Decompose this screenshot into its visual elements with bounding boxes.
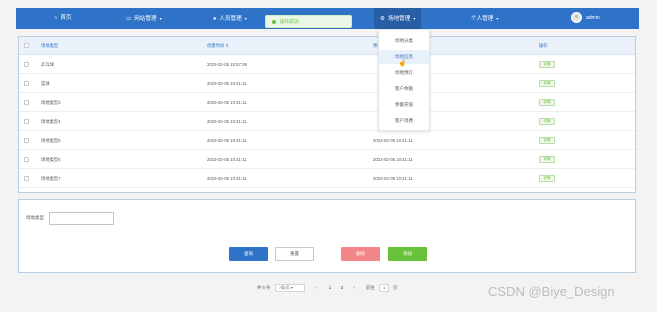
success-icon [272,20,276,24]
row-checkbox[interactable] [24,81,29,86]
header-venue-type: 场地类型 [41,43,59,48]
home-icon: ⌂ [54,15,58,21]
cell-venue-type: 场地类型6 [41,157,61,162]
delete-button[interactable]: 删除 [341,247,380,261]
nav-staff-management-label: 人员管理 [219,16,242,22]
goto-label: 前往 [366,285,375,290]
menu-item-customer-balance[interactable]: 客户余额 [379,82,429,96]
row-checkbox[interactable] [24,119,29,124]
nav-staff-management[interactable]: ● 人员管理 ▾ [213,8,247,29]
cell-venue-type: 篮球 [41,81,50,86]
nav-personal-management[interactable]: 个人管理 ▾ [471,8,498,29]
menu-item-venue-booking[interactable]: 场地预订 [379,66,429,80]
cell-updated-time: 2023-02-05 10:41:11 [373,176,413,181]
venue-type-input[interactable] [49,212,114,225]
monitor-icon: ▭ [126,16,132,22]
table-row: 场地类型3 2023-02-05 10:41:11 详情 [19,93,635,112]
page-size-select[interactable]: 7条/页 ▾ [275,284,305,292]
data-table: 场地类型 创建时间 ⇕ 更新时间 操作 乒乓球 2023-02-05 10:57… [18,36,636,193]
cell-venue-type: 乒乓球 [41,62,54,67]
nav-venue-management[interactable]: ⚙ 场地管理 ▾ [374,8,422,29]
cell-created-time: 2023-02-05 10:41:11 [207,81,247,86]
detail-button[interactable]: 详情 [539,137,555,144]
detail-button[interactable]: 详情 [539,156,555,163]
cell-created-time: 2023-02-05 10:41:11 [207,119,247,124]
table-row: 场地类型6 2023-02-05 10:41:11 2023-02-05 10:… [19,150,635,169]
header-actions: 操作 [539,43,548,48]
cell-created-time: 2023-02-05 10:41:11 [207,157,247,162]
goto-page-input[interactable]: 1 [379,284,389,292]
table-header: 场地类型 创建时间 ⇕ 更新时间 操作 [19,37,635,55]
page-2-button[interactable]: 2 [338,283,346,293]
header-created-time-label: 创建时间 [207,43,225,48]
cell-updated-time: 2023-02-05 10:41:11 [373,157,413,162]
chevron-down-icon: ▾ [290,286,293,290]
chevron-down-icon: ▾ [244,16,247,21]
table-row: 场地类型7 2023-02-05 10:41:11 2023-02-05 10:… [19,169,635,188]
chevron-down-icon: ▾ [159,16,162,21]
username[interactable]: admin [586,8,600,29]
page-size-value: 7条/页 [279,286,290,290]
next-page-button[interactable]: › [350,283,358,293]
chevron-down-icon: ▾ [496,16,499,21]
cell-created-time: 2023-02-05 10:41:11 [207,138,247,143]
table-row: 乒乓球 2023-02-05 10:57:39 详情 [19,55,635,74]
nav-site-management-label: 网站管理 [134,16,157,22]
cell-venue-type: 场地类型4 [41,119,61,124]
toast-message: 操作成功! [280,19,300,24]
success-toast: 操作成功! [265,15,352,28]
hand-cursor-icon: ☝ [398,60,407,67]
select-all-checkbox[interactable] [24,43,29,48]
cell-venue-type: 场地类型3 [41,100,61,105]
query-button[interactable]: 查询 [229,247,268,261]
watermark: CSDN @Biye_Design [488,284,615,299]
row-checkbox[interactable] [24,138,29,143]
venue-type-label: 场地类型 [26,215,44,220]
table-row: 场地类型5 2023-02-05 10:41:11 2023-02-05 10:… [19,131,635,150]
user-icon: ● [213,16,217,22]
add-button[interactable]: 添加 [388,247,427,261]
table-row: 篮球 2023-02-05 10:41:11 详情 [19,74,635,93]
search-form: 场地类型 查询 重置 删除 添加 [18,199,636,273]
detail-button[interactable]: 详情 [539,175,555,182]
cell-updated-time: 2023-02-05 10:41:11 [373,138,413,143]
detail-button[interactable]: 详情 [539,80,555,87]
detail-button[interactable]: 详情 [539,118,555,125]
detail-button[interactable]: 详情 [539,99,555,106]
table-row: 场地类型4 2023-02-05 10:41:11 详情 [19,112,635,131]
sort-icon: ⇕ [225,43,229,48]
pagination-total: 共 8 条 [257,285,271,290]
menu-item-venue-category[interactable]: 场地分类 [379,34,429,48]
cell-created-time: 2023-02-05 10:41:11 [207,176,247,181]
row-checkbox[interactable] [24,100,29,105]
venue-management-dropdown: 场地分类 场地信息 场地预订 客户余额 余额充值 客户消费 [378,29,430,131]
avatar[interactable] [571,11,582,23]
menu-item-customer-consumption[interactable]: 客户消费 [379,114,429,128]
cell-created-time: 2023-02-05 10:57:39 [207,62,247,67]
cell-venue-type: 场地类型5 [41,138,61,143]
row-checkbox[interactable] [24,157,29,162]
reset-button[interactable]: 重置 [275,247,314,261]
menu-item-balance-recharge[interactable]: 余额充值 [379,98,429,112]
nav-site-management[interactable]: ▭ 网站管理 ▾ [126,8,162,29]
row-checkbox[interactable] [24,62,29,67]
cell-created-time: 2023-02-05 10:41:11 [207,100,247,105]
nav-home-label: 首页 [60,15,72,21]
page-1-button[interactable]: 1 [326,283,334,293]
nav-home[interactable]: ⌂ 首页 [54,8,72,29]
nav-personal-management-label: 个人管理 [471,16,494,22]
prev-page-button[interactable]: ‹ [312,283,320,293]
row-checkbox[interactable] [24,176,29,181]
chevron-down-icon: ▾ [413,16,416,21]
cell-venue-type: 场地类型7 [41,176,61,181]
page-suffix: 页 [393,285,398,290]
header-created-time[interactable]: 创建时间 ⇕ [207,37,229,55]
nav-venue-management-label: 场地管理 [387,16,411,22]
detail-button[interactable]: 详情 [539,61,555,68]
settings-icon: ⚙ [380,16,385,22]
